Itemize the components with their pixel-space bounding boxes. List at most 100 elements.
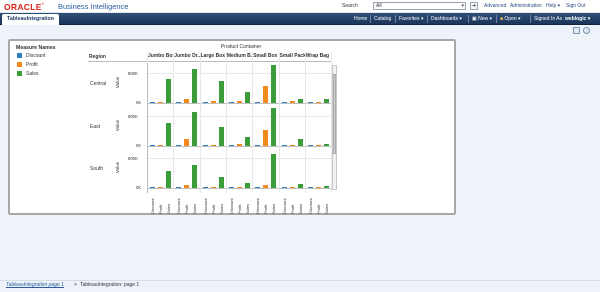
bar[interactable]	[263, 86, 269, 103]
column-header[interactable]: Small Box	[253, 53, 278, 59]
bar[interactable]	[236, 144, 242, 146]
bar[interactable]	[192, 69, 198, 103]
nav-favorites[interactable]: Favorites ▾	[399, 15, 423, 23]
bar[interactable]	[166, 171, 171, 188]
breadcrumb-link[interactable]: TableauIntegration page 1	[6, 282, 64, 288]
region-label: Central	[90, 81, 107, 87]
x-axis-label: Discount	[150, 198, 155, 214]
bar[interactable]	[150, 102, 155, 103]
bar[interactable]	[307, 187, 313, 188]
bar[interactable]	[218, 177, 224, 188]
nav-open[interactable]: ■ Open ▾	[500, 15, 521, 23]
bar[interactable]	[315, 102, 321, 103]
bar[interactable]	[218, 127, 224, 146]
bar[interactable]	[210, 145, 216, 146]
chart-vertical-scrollbar[interactable]	[332, 65, 337, 190]
bar[interactable]	[297, 139, 303, 146]
bar[interactable]	[281, 102, 287, 103]
bar[interactable]	[289, 187, 295, 188]
bar[interactable]	[236, 187, 242, 188]
bar[interactable]	[192, 112, 198, 146]
y-tick-label: 500K	[128, 156, 138, 161]
help-icon[interactable]	[583, 27, 590, 34]
header-divider	[88, 61, 332, 62]
search-label: Search	[342, 3, 358, 9]
bar[interactable]	[158, 187, 163, 188]
bar[interactable]	[184, 139, 190, 146]
nav-catalog[interactable]: Catalog	[374, 15, 391, 23]
bar[interactable]	[158, 145, 163, 146]
bar[interactable]	[176, 102, 182, 103]
column-header[interactable]: Medium B..	[227, 53, 252, 59]
bar[interactable]	[202, 187, 208, 188]
nav-new[interactable]: ▣ New ▾	[472, 15, 492, 23]
bar[interactable]	[297, 99, 303, 103]
bar[interactable]	[158, 102, 163, 103]
bar[interactable]	[289, 145, 295, 146]
x-axis-label: Profit	[158, 204, 163, 214]
bar[interactable]	[228, 102, 234, 103]
bar[interactable]	[271, 65, 277, 103]
column-header[interactable]: Small Pack	[280, 53, 305, 59]
bar[interactable]	[228, 145, 234, 146]
bar[interactable]	[271, 154, 277, 188]
bar[interactable]	[184, 185, 190, 188]
bar[interactable]	[166, 79, 171, 103]
column-header[interactable]: Jumbo Box	[148, 53, 173, 59]
bar[interactable]	[315, 187, 321, 188]
bar[interactable]	[323, 99, 329, 103]
bar[interactable]	[281, 187, 287, 188]
bar[interactable]	[150, 187, 155, 188]
bar[interactable]	[244, 137, 250, 146]
panel-baseline	[147, 188, 332, 189]
tab-tableau-integration[interactable]: TableauIntegration	[2, 14, 59, 25]
bar[interactable]	[166, 123, 171, 146]
bar[interactable]	[184, 99, 190, 103]
column-header[interactable]: Jumbo Dr..	[174, 53, 199, 59]
column-header[interactable]: Wrap Bag	[306, 53, 331, 59]
administration-link[interactable]: Administration	[510, 3, 542, 9]
bar[interactable]	[202, 145, 208, 146]
sign-out-link[interactable]: Sign Out	[566, 3, 585, 9]
bar[interactable]	[236, 101, 242, 103]
x-axis-label: Discount	[202, 198, 208, 214]
bar[interactable]	[218, 81, 224, 103]
bar[interactable]	[307, 145, 313, 146]
bar[interactable]	[150, 145, 155, 146]
bar[interactable]	[210, 187, 216, 188]
advanced-link[interactable]: Advanced	[484, 3, 506, 9]
bar[interactable]	[192, 165, 198, 188]
scroll-thumb[interactable]	[333, 74, 336, 154]
nav-home[interactable]: Home	[354, 15, 367, 23]
user-menu[interactable]: weblogic ▾	[565, 15, 590, 23]
bar[interactable]	[210, 101, 216, 103]
column-header[interactable]: Large Box	[201, 53, 226, 59]
bar[interactable]	[255, 187, 261, 188]
nav-dashboards[interactable]: Dashboards ▾	[431, 15, 462, 23]
bar[interactable]	[315, 145, 321, 146]
bar[interactable]	[244, 183, 250, 188]
page-options-icon[interactable]	[573, 27, 580, 34]
y-tick-label: 0K	[136, 185, 142, 190]
bar[interactable]	[307, 102, 313, 103]
bar[interactable]	[263, 130, 269, 146]
bar[interactable]	[271, 108, 277, 146]
bar[interactable]	[323, 144, 329, 146]
bar[interactable]	[244, 92, 250, 103]
search-scope-select[interactable]: All ▾	[373, 2, 466, 10]
panel-baseline	[147, 103, 332, 104]
help-menu[interactable]: Help ▾	[546, 3, 560, 9]
search-go-button[interactable]: ➜	[470, 2, 478, 10]
bar[interactable]	[228, 187, 234, 188]
bar[interactable]	[263, 185, 269, 188]
bar[interactable]	[281, 145, 287, 146]
bar[interactable]	[176, 187, 182, 188]
y-tick-label: 0K	[136, 100, 142, 105]
bar[interactable]	[297, 184, 303, 188]
bar[interactable]	[255, 145, 261, 146]
bar[interactable]	[289, 101, 295, 103]
bar[interactable]	[202, 102, 208, 103]
bar[interactable]	[176, 145, 182, 146]
bar[interactable]	[255, 102, 261, 103]
bar[interactable]	[323, 186, 329, 188]
